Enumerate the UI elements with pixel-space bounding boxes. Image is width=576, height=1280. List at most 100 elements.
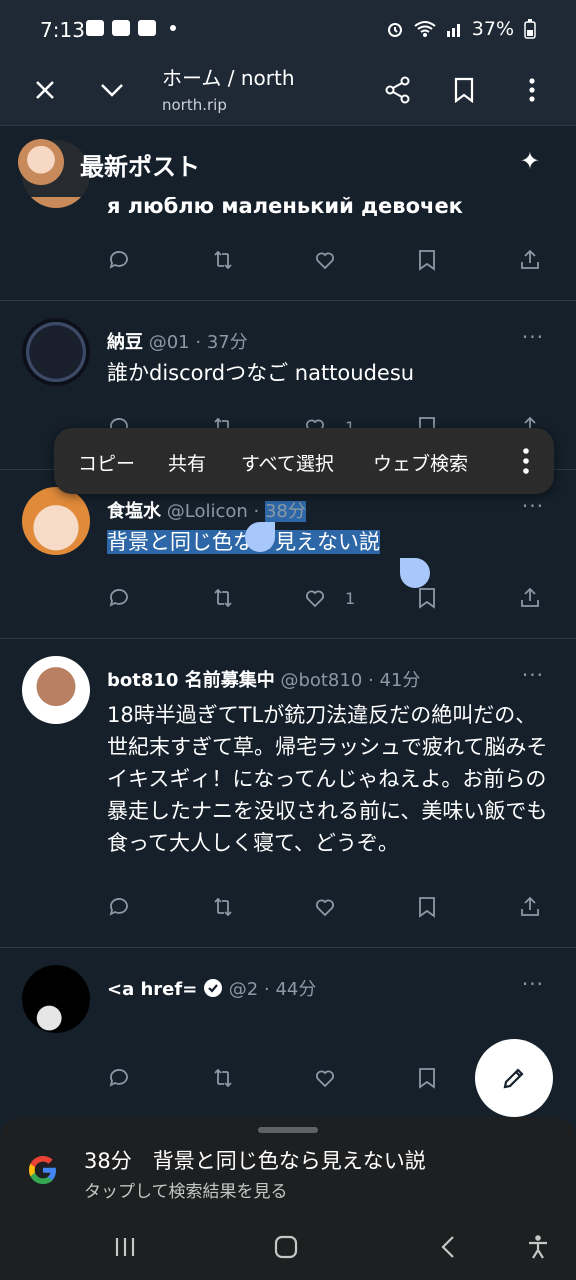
profile-avatar[interactable] <box>18 139 64 185</box>
system-icons: 37% <box>386 18 536 40</box>
post-avatar[interactable] <box>22 487 90 555</box>
heart-icon <box>316 899 334 917</box>
post-header: <a href= @2 · 44分 <box>107 975 316 1001</box>
select-all-menu-item[interactable]: すべて選択 <box>241 449 334 476</box>
separator: · <box>195 332 202 353</box>
gallery-notification-icon <box>86 20 104 36</box>
close-tab-button[interactable] <box>23 68 67 112</box>
google-search-sheet[interactable]: 38分 背景と同じ色なら見えない説 タップして検索結果を見る <box>0 1117 576 1213</box>
pencil-icon <box>503 1068 524 1089</box>
accessibility-button[interactable] <box>518 1227 558 1267</box>
bookmark-button[interactable] <box>415 893 439 921</box>
post-header: 納豆 @01 · 37分 <box>107 328 248 354</box>
author-handle[interactable]: @2 <box>229 979 258 1000</box>
author-handle[interactable]: @bot810 <box>280 670 362 691</box>
repost-button[interactable] <box>211 893 235 921</box>
battery-icon <box>524 19 536 39</box>
separator: · <box>368 670 374 691</box>
bookmark-icon <box>419 897 435 918</box>
post-actions <box>107 893 547 921</box>
recent-apps-button[interactable] <box>105 1227 145 1267</box>
post-time[interactable]: 44分 <box>275 979 316 1000</box>
more-vert-icon[interactable] <box>522 446 530 476</box>
bookmark-page-button[interactable] <box>442 68 486 112</box>
author-name[interactable]: <a href= <box>107 979 197 1000</box>
separator: · <box>263 979 270 1000</box>
more-options-icon[interactable]: ··· <box>522 325 544 349</box>
bookmark-button[interactable] <box>415 246 439 274</box>
text-selection-menu: コピー 共有 すべて選択 ウェブ検索 <box>54 428 554 494</box>
notification-icons <box>86 20 176 36</box>
author-name[interactable]: 納豆 <box>107 332 143 353</box>
chevron-down-icon <box>101 84 123 97</box>
post-header: bot810 名前募集中 @bot810 · 41分 <box>107 666 420 692</box>
author-name[interactable]: bot810 名前募集中 <box>107 670 275 691</box>
reply-button[interactable] <box>107 584 131 612</box>
reply-icon <box>109 251 128 269</box>
drag-handle[interactable] <box>258 1127 318 1133</box>
repost-button[interactable] <box>211 246 235 274</box>
post-avatar[interactable] <box>22 318 90 386</box>
reply-icon <box>109 898 128 916</box>
repost-icon <box>214 897 232 917</box>
post-item[interactable]: bot810 名前募集中 @bot810 · 41分 ··· 18時半過ぎてTL… <box>0 639 576 948</box>
copy-menu-item[interactable]: コピー <box>78 449 135 476</box>
repost-button[interactable] <box>211 584 235 612</box>
page-url: north.rip <box>162 96 227 114</box>
share-post-button[interactable] <box>518 893 542 921</box>
share-post-button[interactable] <box>518 246 542 274</box>
selected-text[interactable]: 背景と同じ色なら見えない説 <box>107 530 380 554</box>
author-handle[interactable]: @01 <box>149 332 190 353</box>
separator: · <box>253 501 260 522</box>
post-avatar[interactable] <box>22 965 90 1033</box>
reply-icon <box>109 589 128 607</box>
custom-tab-toolbar: ホーム / north north.rip <box>0 54 576 126</box>
sparkle-icon[interactable]: ✦ <box>520 147 540 175</box>
back-button[interactable] <box>428 1227 468 1267</box>
status-time: 7:13 <box>40 18 85 42</box>
more-options-icon[interactable]: ··· <box>522 663 544 687</box>
home-icon <box>274 1235 298 1259</box>
share-button[interactable] <box>376 68 420 112</box>
repost-button[interactable] <box>211 1064 235 1092</box>
post-actions <box>107 246 547 274</box>
selection-end-handle[interactable] <box>400 558 430 588</box>
more-options-icon[interactable]: ··· <box>522 972 544 996</box>
browser-menu-button[interactable] <box>510 68 554 112</box>
web-search-menu-item[interactable]: ウェブ検索 <box>373 449 468 476</box>
author-handle[interactable]: @Lolicon <box>167 501 248 522</box>
like-button[interactable] <box>313 893 337 921</box>
reply-button[interactable] <box>107 246 131 274</box>
like-button[interactable] <box>313 1064 337 1092</box>
bookmark-icon <box>419 588 435 609</box>
selection-start-handle[interactable] <box>245 522 275 552</box>
accessibility-icon <box>529 1235 547 1259</box>
author-name[interactable]: 食塩水 <box>107 501 161 522</box>
post-time[interactable]: 41分 <box>380 670 421 691</box>
bookmark-button[interactable] <box>415 584 439 612</box>
like-button[interactable]: 1 <box>303 584 355 612</box>
youtube-notification-icon <box>112 20 130 36</box>
more-options-icon[interactable]: ··· <box>522 494 544 518</box>
post-text: 18時半過ぎてTLが銃刀法違反だの絶叫だの、世紀末すぎて草。帰宅ラッシュで疲れて… <box>107 703 548 855</box>
compose-button[interactable] <box>475 1039 553 1117</box>
upload-icon <box>521 249 539 269</box>
post-text: 誰かdiscordつなご nattoudesu <box>107 361 415 385</box>
post-item[interactable]: 食塩水 @Lolicon · 38分 ··· 背景と同じ色なら見えない説 1 <box>0 470 576 639</box>
like-button[interactable] <box>313 246 337 274</box>
upload-icon <box>521 587 539 607</box>
bookmark-icon <box>419 1068 435 1089</box>
bookmark-icon <box>419 250 435 271</box>
post-time[interactable]: 38分 <box>264 501 306 522</box>
post-avatar[interactable] <box>22 656 90 724</box>
reply-button[interactable] <box>107 1064 131 1092</box>
share-post-button[interactable] <box>518 584 542 612</box>
heart-icon <box>316 1070 334 1088</box>
bookmark-button[interactable] <box>415 1064 439 1092</box>
share-menu-item[interactable]: 共有 <box>168 449 206 476</box>
home-button[interactable] <box>266 1227 306 1267</box>
post-time[interactable]: 37分 <box>207 332 248 353</box>
close-icon <box>36 81 54 99</box>
minimize-tab-button[interactable] <box>90 68 134 112</box>
reply-button[interactable] <box>107 893 131 921</box>
